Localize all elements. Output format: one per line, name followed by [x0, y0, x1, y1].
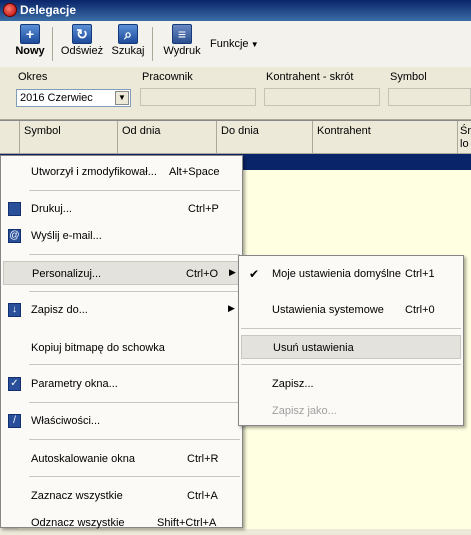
- row-indicator-header: [0, 121, 20, 154]
- menu-item-select-all[interactable]: Zaznacz wszystkie Ctrl+A: [3, 484, 240, 508]
- menu-separator: [29, 476, 240, 477]
- pracownik-field[interactable]: [140, 88, 256, 106]
- column-header-od-dnia[interactable]: Od dnia: [118, 121, 217, 154]
- menu-separator: [241, 364, 461, 365]
- title-bar: Delegacje: [0, 0, 471, 21]
- properties-icon: /: [8, 414, 21, 428]
- functions-menu-button[interactable]: Funkcje ▼: [210, 38, 260, 50]
- submenu-item-save[interactable]: Zapisz...: [241, 372, 461, 396]
- print-icon: [8, 202, 21, 216]
- submenu-item-system-settings[interactable]: Ustawienia systemowe Ctrl+0: [241, 298, 461, 322]
- submenu-item-my-defaults[interactable]: ✔ Moje ustawienia domyślne Ctrl+1: [241, 262, 461, 286]
- menu-item-personalize[interactable]: Personalizuj... Ctrl+O ▶: [3, 261, 240, 285]
- okres-label: Okres: [18, 71, 48, 83]
- submenu-item-save-as: Zapisz jako...: [272, 405, 337, 417]
- pracownik-label: Pracownik: [142, 71, 193, 83]
- menu-separator: [29, 402, 240, 403]
- menu-separator: [29, 364, 240, 365]
- menu-item-properties[interactable]: / Właściwości...: [3, 409, 240, 433]
- menu-item-deselect-all[interactable]: Odznacz wszystkie Shift+Ctrl+A: [3, 511, 240, 535]
- menu-item-window-params[interactable]: ✓ Parametry okna...: [3, 372, 240, 396]
- menu-item-print[interactable]: Drukuj... Ctrl+P: [3, 197, 240, 221]
- search-button[interactable]: ⌕ Szukaj: [110, 24, 146, 57]
- menu-item-send-email[interactable]: @ Wyślij e-mail...: [3, 224, 240, 248]
- refresh-button[interactable]: ↻ Odśwież: [60, 24, 104, 57]
- column-header-sr[interactable]: Śr lo: [458, 121, 471, 154]
- kontrahent-field[interactable]: [264, 88, 380, 106]
- search-icon: ⌕: [118, 24, 138, 44]
- menu-item-created-modified[interactable]: Utworzył i zmodyfikował... Alt+Space: [3, 160, 240, 184]
- okres-value: 2016 Czerwiec: [20, 92, 93, 104]
- submenu-arrow-icon: ▶: [229, 267, 236, 277]
- menu-item-copy-bitmap[interactable]: Kopiuj bitmapę do schowka: [3, 336, 240, 360]
- refresh-icon: ↻: [72, 24, 92, 44]
- checklist-icon: ✓: [8, 377, 21, 391]
- personalize-submenu: ✔ Moje ustawienia domyślne Ctrl+1 Ustawi…: [238, 255, 464, 426]
- symbol-field[interactable]: [388, 88, 471, 106]
- email-icon: @: [8, 229, 21, 243]
- print-button[interactable]: ≡ Wydruk: [160, 24, 204, 57]
- toolbar-divider: [152, 27, 153, 61]
- checkmark-icon: ✔: [249, 267, 260, 281]
- menu-separator: [29, 291, 240, 292]
- menu-item-save-to[interactable]: ↓ Zapisz do... ▶: [3, 298, 240, 322]
- print-icon: ≡: [172, 24, 192, 44]
- plus-icon: +: [20, 24, 40, 44]
- toolbar-divider: [52, 27, 53, 61]
- filter-panel: Okres 2016 Czerwiec ▼ Pracownik Kontrahe…: [0, 67, 471, 120]
- symbol-label: Symbol: [390, 71, 427, 83]
- context-menu: Utworzył i zmodyfikował... Alt+Space Dru…: [0, 155, 243, 529]
- app-icon[interactable]: [3, 3, 17, 17]
- column-header-symbol[interactable]: Symbol: [20, 121, 118, 154]
- new-button[interactable]: + Nowy: [13, 24, 47, 57]
- chevron-down-icon: ▼: [248, 40, 259, 49]
- okres-select[interactable]: 2016 Czerwiec ▼: [16, 89, 131, 107]
- submenu-item-remove-settings[interactable]: Usuń ustawienia: [241, 335, 461, 359]
- column-header-kontrahent[interactable]: Kontrahent: [313, 121, 458, 154]
- menu-separator: [29, 254, 240, 255]
- window-title: Delegacje: [20, 3, 77, 17]
- kontrahent-label: Kontrahent - skrót: [266, 71, 354, 83]
- menu-separator: [29, 439, 240, 440]
- column-header-do-dnia[interactable]: Do dnia: [217, 121, 313, 154]
- chevron-down-icon[interactable]: ▼: [115, 91, 129, 105]
- down-arrow-icon: ↓: [8, 303, 21, 317]
- menu-separator: [241, 328, 461, 329]
- grid-header: Symbol Od dnia Do dnia Kontrahent Śr lo: [0, 121, 471, 154]
- submenu-arrow-icon: ▶: [228, 303, 235, 313]
- toolbar: + Nowy ↻ Odśwież ⌕ Szukaj ≡ Wydruk Funkc…: [0, 21, 471, 68]
- menu-item-autoscale[interactable]: Autoskalowanie okna Ctrl+R: [3, 447, 240, 471]
- menu-separator: [29, 190, 240, 191]
